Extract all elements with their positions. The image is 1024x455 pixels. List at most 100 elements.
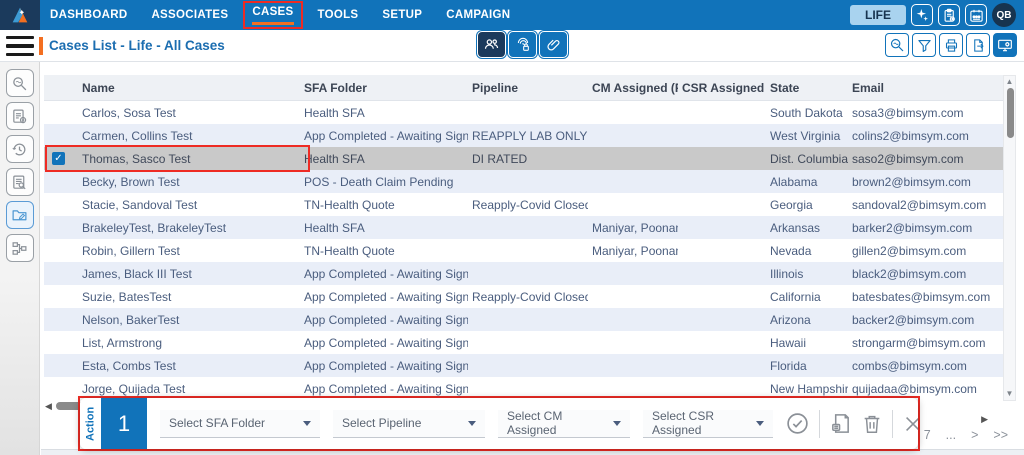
selected-count-badge: 1: [101, 398, 147, 449]
fingerprint-lock-icon[interactable]: [508, 31, 537, 58]
header-name[interactable]: Name: [78, 81, 300, 95]
cell-sfa-folder: Health SFA: [304, 151, 365, 166]
scroll-down-icon[interactable]: ▼: [1006, 389, 1014, 399]
chevron-down-icon: [468, 420, 476, 426]
filter-icon[interactable]: [912, 33, 936, 57]
cell-email: barker2@bimsym.com: [852, 220, 973, 235]
document-preview-icon[interactable]: [5, 168, 34, 196]
header-pipeline[interactable]: Pipeline: [468, 81, 588, 95]
table-row[interactable]: ✓ Thomas, Sasco Test Health SFA DI RATED Dis…: [44, 147, 1004, 170]
history-icon[interactable]: [5, 135, 34, 163]
life-mode-button[interactable]: LIFE: [850, 5, 906, 25]
user-avatar[interactable]: QB: [992, 3, 1016, 27]
dropdown-label: Select CM Assigned: [507, 409, 563, 437]
search-icon[interactable]: [5, 69, 34, 97]
export-page-icon[interactable]: [966, 33, 990, 57]
search-icon[interactable]: [885, 33, 909, 57]
workflow-icon[interactable]: [5, 234, 34, 262]
clipboard-add-icon[interactable]: [938, 4, 960, 26]
header-csr-assigned[interactable]: CSR Assigned (P): [678, 81, 766, 95]
scroll-up-icon[interactable]: ▲: [1006, 77, 1014, 87]
select-sfa-folder-dropdown[interactable]: Select SFA Folder: [160, 409, 320, 438]
cell-pipeline: Reapply-Covid Closed: [472, 289, 588, 304]
header-state[interactable]: State: [766, 81, 848, 95]
page-number[interactable]: 7: [924, 428, 931, 442]
cell-sfa-folder: TN-Health Quote: [304, 197, 395, 212]
row-checkbox[interactable]: ✓: [52, 152, 65, 165]
cell-name: Nelson, BakerTest: [82, 312, 180, 327]
sparkles-icon[interactable]: [911, 4, 933, 26]
action-tab[interactable]: Action: [80, 398, 101, 449]
cell-state: Hawaii: [770, 335, 807, 350]
cell-name: Thomas, Sasco Test: [82, 151, 191, 166]
app-logo[interactable]: [0, 0, 40, 30]
cell-sfa-folder: App Completed - Awaiting Signature: [304, 312, 468, 327]
last-page-button[interactable]: >>: [993, 428, 1008, 442]
table-body: Carlos, Sosa Test Health SFA South Dakota s…: [44, 101, 1004, 400]
trash-icon[interactable]: [861, 413, 883, 435]
nav-item-tools[interactable]: TOOLS: [318, 9, 359, 21]
cell-state: Nevada: [770, 243, 812, 258]
scroll-right-icon[interactable]: ▶: [981, 414, 988, 425]
calendar-icon[interactable]: [965, 4, 987, 26]
vertical-scrollbar[interactable]: ▲ ▼: [1003, 75, 1016, 401]
vertical-scrollbar-thumb[interactable]: [1006, 88, 1014, 138]
print-icon[interactable]: [939, 33, 963, 57]
table-row[interactable]: Esta, Combs Test App Completed - Awaiting…: [44, 354, 1004, 377]
title-bar: Cases List - Life - All Cases: [0, 30, 1024, 62]
dropdown-label: Select SFA Folder: [169, 416, 266, 430]
header-cm-assigned[interactable]: CM Assigned (P): [588, 81, 678, 95]
add-document-icon[interactable]: [5, 102, 34, 130]
divider: [819, 409, 820, 438]
cell-sfa-folder: App Completed - Awaiting Signature: [304, 266, 468, 281]
confirm-circle-icon[interactable]: [785, 411, 810, 436]
select-pipeline-dropdown[interactable]: Select Pipeline: [333, 409, 485, 438]
cell-name: Suzie, BatesTest: [82, 289, 172, 304]
table-row[interactable]: Becky, Brown Test POS - Death Claim Pendi…: [44, 170, 1004, 193]
cell-state: California: [770, 289, 821, 304]
cell-email: black2@bimsym.com: [852, 266, 967, 281]
table-row[interactable]: Nelson, BakerTest App Completed - Awaitin…: [44, 308, 1004, 331]
cell-email: sandoval2@bimsym.com: [852, 197, 987, 212]
table-row[interactable]: James, Black III Test App Completed - Awa…: [44, 262, 1004, 285]
nav-item-cases[interactable]: CASES: [243, 1, 303, 29]
cell-sfa-folder: App Completed - Awaiting Signature: [304, 358, 468, 373]
next-page-button[interactable]: >: [971, 428, 978, 442]
close-icon[interactable]: [902, 413, 918, 435]
scroll-left-icon[interactable]: ◀: [45, 401, 52, 412]
nav-item-campaign[interactable]: CAMPAIGN: [446, 9, 510, 21]
hamburger-menu-icon[interactable]: [6, 36, 34, 56]
cell-name: Becky, Brown Test: [82, 174, 180, 189]
cell-state: West Virginia: [770, 128, 841, 143]
header-sfa-folder[interactable]: SFA Folder: [300, 81, 468, 95]
report-icon[interactable]: [829, 412, 852, 435]
divider: [892, 409, 893, 438]
table-row[interactable]: Robin, Gillern Test TN-Health Quote Maniya…: [44, 239, 1004, 262]
table-row[interactable]: Carlos, Sosa Test Health SFA South Dakota s…: [44, 101, 1004, 124]
nav-item-associates[interactable]: ASSOCIATES: [151, 9, 228, 21]
nav-item-setup[interactable]: SETUP: [382, 9, 422, 21]
cell-state: Florida: [770, 358, 807, 373]
header-email[interactable]: Email: [848, 81, 1004, 95]
cell-email: quijadaa@bimsym.com: [852, 381, 977, 396]
table-row[interactable]: Suzie, BatesTest App Completed - Awaiting…: [44, 285, 1004, 308]
table-row[interactable]: Stacie, Sandoval Test TN-Health Quote Reap…: [44, 193, 1004, 216]
action-panel-annotation: Action 1 Select SFA Folder Select Pipeli…: [78, 396, 920, 451]
paperclip-icon[interactable]: [539, 31, 568, 58]
nav-item-dashboard[interactable]: DASHBOARD: [50, 9, 127, 21]
cell-cm-assigned: Maniyar, Poonam: [592, 220, 678, 235]
table-row[interactable]: BrakeleyTest, BrakeleyTest Health SFA Mani…: [44, 216, 1004, 239]
folder-edit-icon[interactable]: [5, 201, 34, 229]
select-cm-assigned-dropdown[interactable]: Select CM Assigned: [498, 409, 630, 438]
cell-email: combs@bimsym.com: [852, 358, 967, 373]
select-csr-assigned-dropdown[interactable]: Select CSR Assigned: [643, 409, 773, 438]
cell-pipeline: REAPPLY LAB ONLY: [472, 128, 588, 143]
people-group-icon[interactable]: [477, 31, 506, 58]
cell-email: sosa3@bimsym.com: [852, 105, 964, 120]
cell-name: Jorge, Quijada Test: [82, 381, 186, 396]
monitor-settings-icon[interactable]: [993, 33, 1017, 57]
cell-email: strongarm@bimsym.com: [852, 335, 986, 350]
table-row[interactable]: List, Armstrong App Completed - Awaiting …: [44, 331, 1004, 354]
cell-name: James, Black III Test: [82, 266, 192, 281]
table-row[interactable]: Carmen, Collins Test App Completed - Awai…: [44, 124, 1004, 147]
